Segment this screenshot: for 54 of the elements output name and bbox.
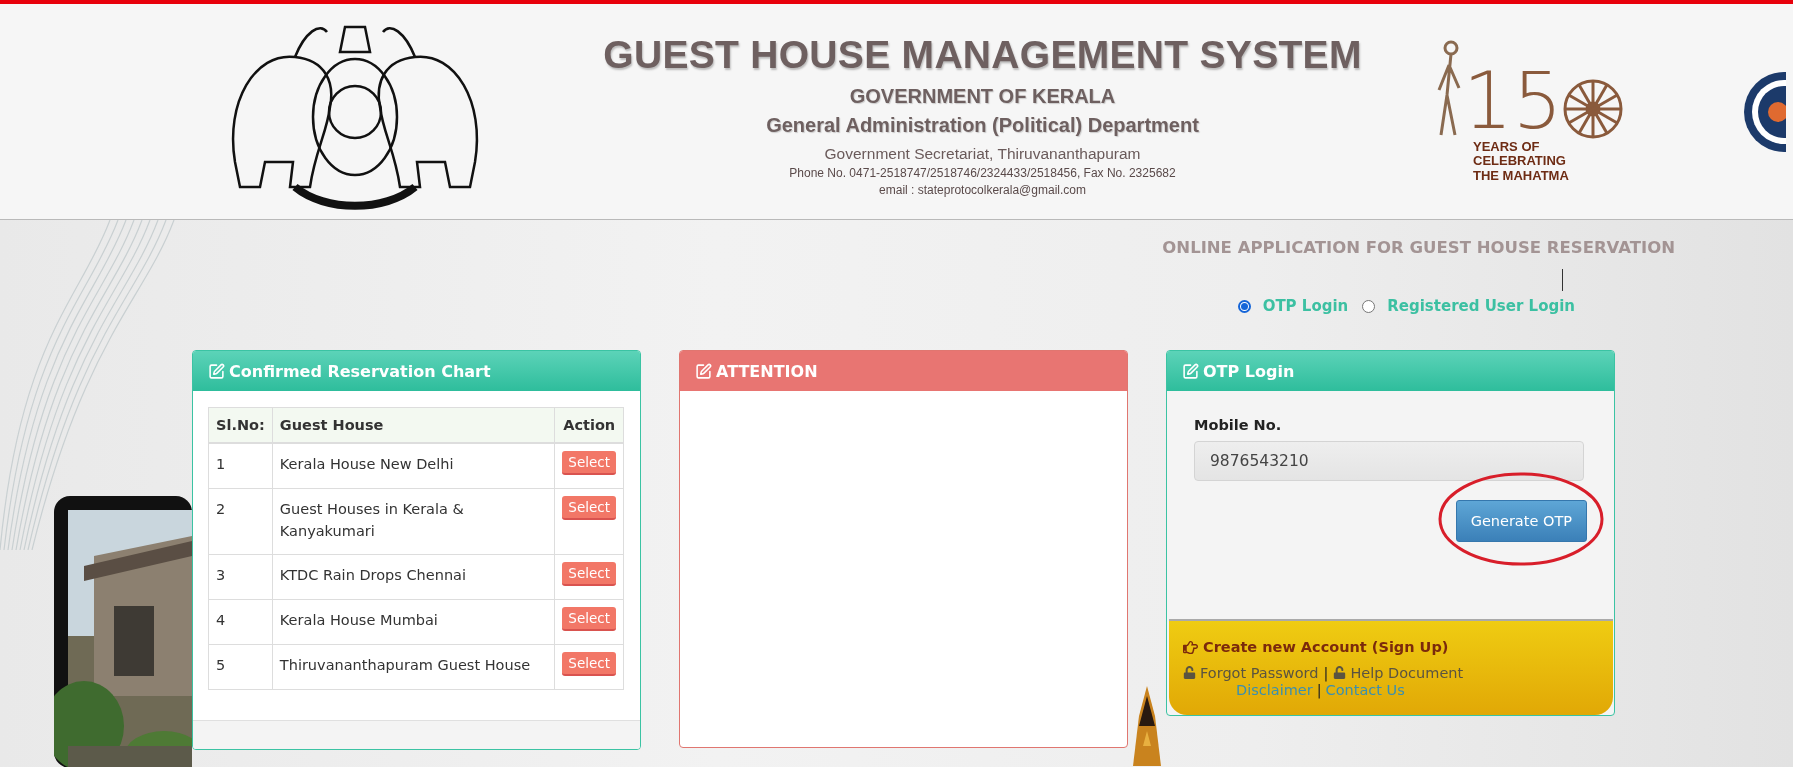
- contact-link[interactable]: Contact Us: [1325, 681, 1405, 698]
- anniversary-text: YEARS OF: [1473, 140, 1540, 155]
- select-button[interactable]: Select: [562, 607, 616, 631]
- separator-text: |: [1316, 681, 1322, 698]
- help-document-link[interactable]: Help Document: [1333, 664, 1464, 681]
- mobile-number-field[interactable]: 9876543210: [1194, 441, 1584, 481]
- table-cell: 3: [208, 554, 273, 600]
- table-cell: 2: [208, 488, 273, 555]
- panel-title: ATTENTION: [716, 361, 818, 381]
- hand-pointing-icon: [1183, 639, 1198, 655]
- select-button[interactable]: Select: [562, 451, 616, 475]
- anniversary-number: 15: [1463, 62, 1563, 141]
- generate-otp-button[interactable]: Generate OTP: [1455, 500, 1587, 542]
- login-option[interactable]: OTP Login: [1237, 297, 1349, 315]
- site-title: GUEST HOUSE MANAGEMENT SYSTEM: [603, 32, 1362, 77]
- wheel-icon: [1562, 78, 1625, 141]
- select-button[interactable]: Select: [562, 651, 616, 676]
- column-header: Guest House: [272, 407, 555, 443]
- edit-icon: [1182, 362, 1199, 380]
- column-header: Action: [554, 407, 624, 443]
- anniversary-text: CELEBRATING: [1473, 154, 1566, 169]
- select-button[interactable]: Select: [562, 562, 616, 587]
- page-heading: ONLINE APPLICATION FOR GUEST HOUSE RESERVATION: [1162, 238, 1675, 257]
- table-cell: 4: [208, 599, 273, 645]
- separator-text: |: [1323, 664, 1329, 681]
- government-name: GOVERNMENT OF KERALA: [849, 84, 1116, 108]
- table-cell: KTDC Rain Drops Chennai: [272, 554, 555, 600]
- select-button[interactable]: Select: [562, 495, 616, 520]
- table-cell: 1: [208, 443, 273, 489]
- panel-title: Confirmed Reservation Chart: [229, 361, 491, 381]
- edit-icon: [208, 362, 225, 380]
- email-text: email : stateprotocolkerala@gmail.com: [879, 182, 1086, 197]
- unlock-icon: [1183, 666, 1196, 679]
- eye-logo-icon: [1743, 70, 1786, 153]
- panel-title: OTP Login: [1203, 361, 1295, 381]
- forgot-password-link[interactable]: Forgot Password: [1183, 664, 1319, 681]
- field-label: Mobile No.: [1194, 417, 1283, 433]
- office-address: Government Secretariat, Thiruvananthapuram: [824, 144, 1141, 163]
- login-option[interactable]: Registered User Login: [1362, 297, 1575, 315]
- signup-link[interactable]: Create new Account (Sign Up): [1183, 639, 1449, 655]
- radio-button[interactable]: [1362, 299, 1376, 313]
- radio-button[interactable]: [1237, 299, 1251, 313]
- table-cell: 5: [208, 644, 273, 689]
- table-cell: Guest Houses in Kerala & Kanyakumari: [272, 488, 555, 555]
- table-cell: Thiruvananthapuram Guest House: [272, 644, 555, 689]
- disclaimer-link[interactable]: Disclaimer: [1236, 681, 1313, 698]
- anniversary-text: THE MAHATMA: [1473, 168, 1569, 183]
- table-cell: Kerala House New Delhi: [272, 443, 555, 489]
- column-header: Sl.No:: [208, 407, 273, 443]
- edit-icon: [695, 362, 712, 380]
- unlock-icon: [1333, 666, 1347, 679]
- phone-text: Phone No. 0471-2518747/2518746/2324433/2518456, Fax No. 2325682: [789, 165, 1176, 180]
- table-cell: Kerala House Mumbai: [272, 599, 555, 645]
- department-name: General Administration (Political) Department: [766, 113, 1199, 137]
